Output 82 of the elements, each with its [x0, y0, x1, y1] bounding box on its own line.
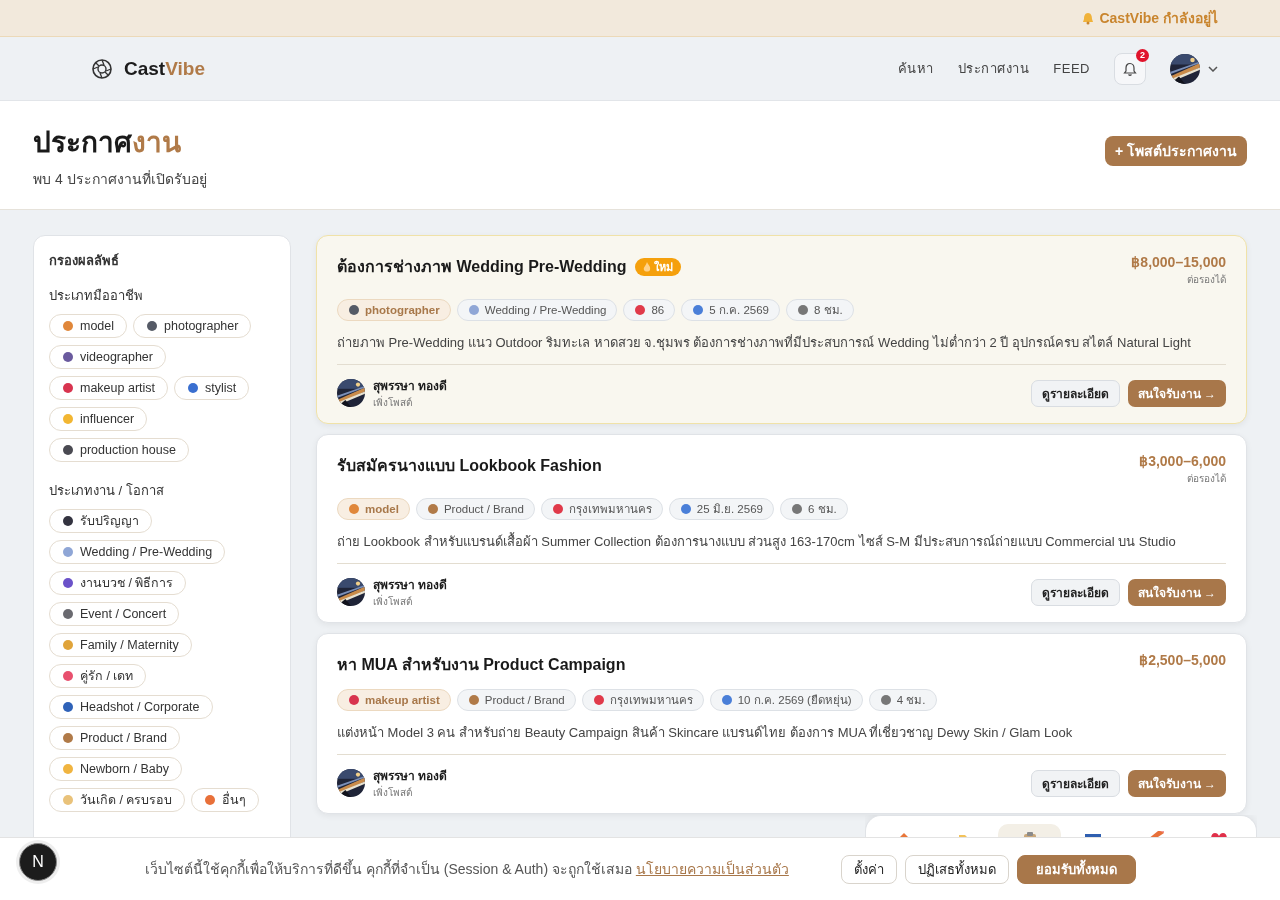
page-subtitle: พบ 4 ประกาศงานที่เปิดรับอยู่ [33, 169, 207, 190]
info-tag: กรุงเทพมหานคร [581, 689, 704, 711]
page-title: ประกาศงาน [33, 126, 182, 160]
logo-text[interactable]: CastVibe [124, 57, 205, 80]
filter-chip[interactable]: makeup artist [49, 376, 169, 400]
job-description: ถ่ายภาพ Pre-Wedding แนว Outdoor ริมทะเล หาดสวย จ.ชุมพร ต้องการช่างภาพที่มีประสบการณ์ Wedding ไม่ต่ำกว่า 2 ปี อุปกรณ์ครบ สไตล์ Natural Light [337, 333, 1226, 365]
info-tag: 10 ก.ค. 2569 (ยืดหยุ่น) [709, 689, 863, 711]
filter-title: กรองผลลัพธ์ [49, 252, 120, 270]
filter-group-label: ประเภทมืออาชีพ [49, 287, 144, 305]
filter-chip[interactable]: model [49, 314, 128, 338]
info-tag: Product / Brand [456, 689, 576, 711]
nav-tab[interactable] [998, 824, 1061, 838]
filter-group-label: ประเภทงาน / โอกาส [49, 482, 165, 500]
info-tag: 5 ก.ค. 2569 [681, 299, 780, 321]
role-tag: photographer [337, 299, 451, 321]
filter-chip[interactable]: Headshot / Corporate [49, 695, 213, 719]
filter-chip[interactable]: stylist [174, 376, 250, 400]
price-note: ต่อรองได้ [1186, 472, 1226, 486]
details-button[interactable]: ดูรายละเอียด [1030, 379, 1120, 407]
filter-chip[interactable]: คู่รัก / เดท [49, 664, 147, 688]
flame-icon [642, 261, 651, 272]
filter-chip[interactable]: photographer [133, 314, 252, 338]
info-tag: 6 ชม. [779, 498, 848, 520]
cookie-button[interactable]: ตั้งค่า [841, 854, 897, 884]
filter-chip[interactable]: Wedding / Pre-Wedding [49, 540, 226, 564]
info-tag: Wedding / Pre-Wedding [456, 299, 618, 321]
role-tag: model [337, 498, 410, 520]
nav-link[interactable]: FEED [1053, 61, 1090, 76]
filter-chip[interactable]: videographer [49, 345, 166, 369]
apply-button[interactable]: สนใจรับงาน → [1127, 769, 1226, 797]
posted-time: เพิ่งโพสต์ [373, 594, 413, 609]
filter-chip[interactable]: งานบวช / พิธีการ [49, 571, 187, 595]
filter-chip[interactable]: วันเกิด / ครบรอบ [49, 788, 186, 812]
filter-chip[interactable]: Newborn / Baby [49, 757, 182, 781]
post-job-button[interactable]: + โพสต์ประกาศงาน [1104, 136, 1247, 166]
new-badge: ใหม่ [634, 257, 681, 276]
job-price: ฿2,500–5,000 [1139, 652, 1226, 668]
poster-name: สุพรรษา ทองดี [373, 577, 448, 594]
info-tag: Product / Brand [415, 498, 535, 520]
poster-name: สุพรรษา ทองดี [373, 768, 448, 785]
job-title: รับสมัครนางแบบ Lookbook Fashion [337, 456, 602, 476]
nav-link[interactable]: ประกาศงาน [957, 58, 1030, 79]
filter-chip[interactable]: Product / Brand [49, 726, 180, 750]
posted-time: เพิ่งโพสต์ [373, 785, 413, 800]
chevron-down-icon [1208, 65, 1218, 72]
dev-tools-badge[interactable]: N [19, 843, 57, 881]
job-price: ฿3,000–6,000 [1139, 453, 1226, 469]
job-title: ต้องการช่างภาพ Wedding Pre-Wedding [337, 257, 627, 277]
filter-chip[interactable]: influencer [49, 407, 148, 431]
info-tag: 8 ชม. [786, 299, 854, 321]
info-tag: 86 [623, 299, 676, 321]
price-note: ต่อรองได้ [1186, 273, 1226, 287]
posted-time: เพิ่งโพสต์ [373, 395, 413, 410]
job-price: ฿8,000–15,000 [1131, 254, 1226, 270]
details-button[interactable]: ดูรายละเอียด [1030, 769, 1120, 797]
cookie-notice: เว็บไซต์นี้ใช้คุกกี้เพื่อให้บริการที่ดีขึ้น คุกกี้ที่จำเป็น (Session & Auth) จะถูกใช้เสมอ นโยบายความเป็นส่วนตัว [145, 858, 789, 880]
poster-name: สุพรรษา ทองดี [373, 378, 448, 395]
aperture-icon [92, 58, 112, 79]
job-description: แต่งหน้า Model 3 คน สำหรับถ่าย Beauty Campaign สินค้า Skincare แบรนด์ไทย ต้องการ MUA ที่เชี่ยวชาญ Dewy Skin / Glam Look [337, 723, 1226, 755]
bell-icon [1123, 61, 1137, 76]
apply-button[interactable]: สนใจรับงาน → [1127, 379, 1226, 407]
info-tag: 4 ชม. [868, 689, 937, 711]
notification-badge: 2 [1136, 48, 1149, 62]
nav-link[interactable]: ค้นหา [897, 58, 934, 79]
apply-button[interactable]: สนใจรับงาน → [1127, 578, 1226, 606]
filter-chip[interactable]: Family / Maternity [49, 633, 192, 657]
privacy-link[interactable]: นโยบายความเป็นส่วนตัว [635, 861, 789, 877]
job-description: ถ่าย Lookbook สำหรับแบรนด์เสื้อผ้า Summer Collection ต้องการนางแบบ ส่วนสูง 163-170cm ไซส์ S-M มีประสบการณ์ถ่ายแบบ Commercial บน Studio [337, 532, 1226, 564]
bell-icon [1082, 11, 1095, 25]
announcement-text: CastVibe กำลังอยู่ไ [1099, 9, 1218, 29]
cookie-button[interactable]: ปฏิเสธทั้งหมด [905, 854, 1009, 884]
role-tag: makeup artist [337, 689, 451, 711]
filter-chip[interactable]: อื่นๆ [191, 788, 260, 812]
job-title: หา MUA สำหรับงาน Product Campaign [337, 655, 626, 675]
info-tag: 25 มิ.ย. 2569 [668, 498, 774, 520]
filter-chip[interactable]: Event / Concert [49, 602, 180, 626]
accept-button[interactable]: ยอมรับทั้งหมด [1017, 854, 1136, 884]
filter-chip[interactable]: รับปริญญา [49, 509, 152, 533]
filter-chip[interactable]: production house [49, 438, 189, 462]
info-tag: กรุงเทพมหานคร [540, 498, 663, 520]
details-button[interactable]: ดูรายละเอียด [1030, 578, 1120, 606]
notification-button[interactable]: 2 [1114, 52, 1146, 85]
